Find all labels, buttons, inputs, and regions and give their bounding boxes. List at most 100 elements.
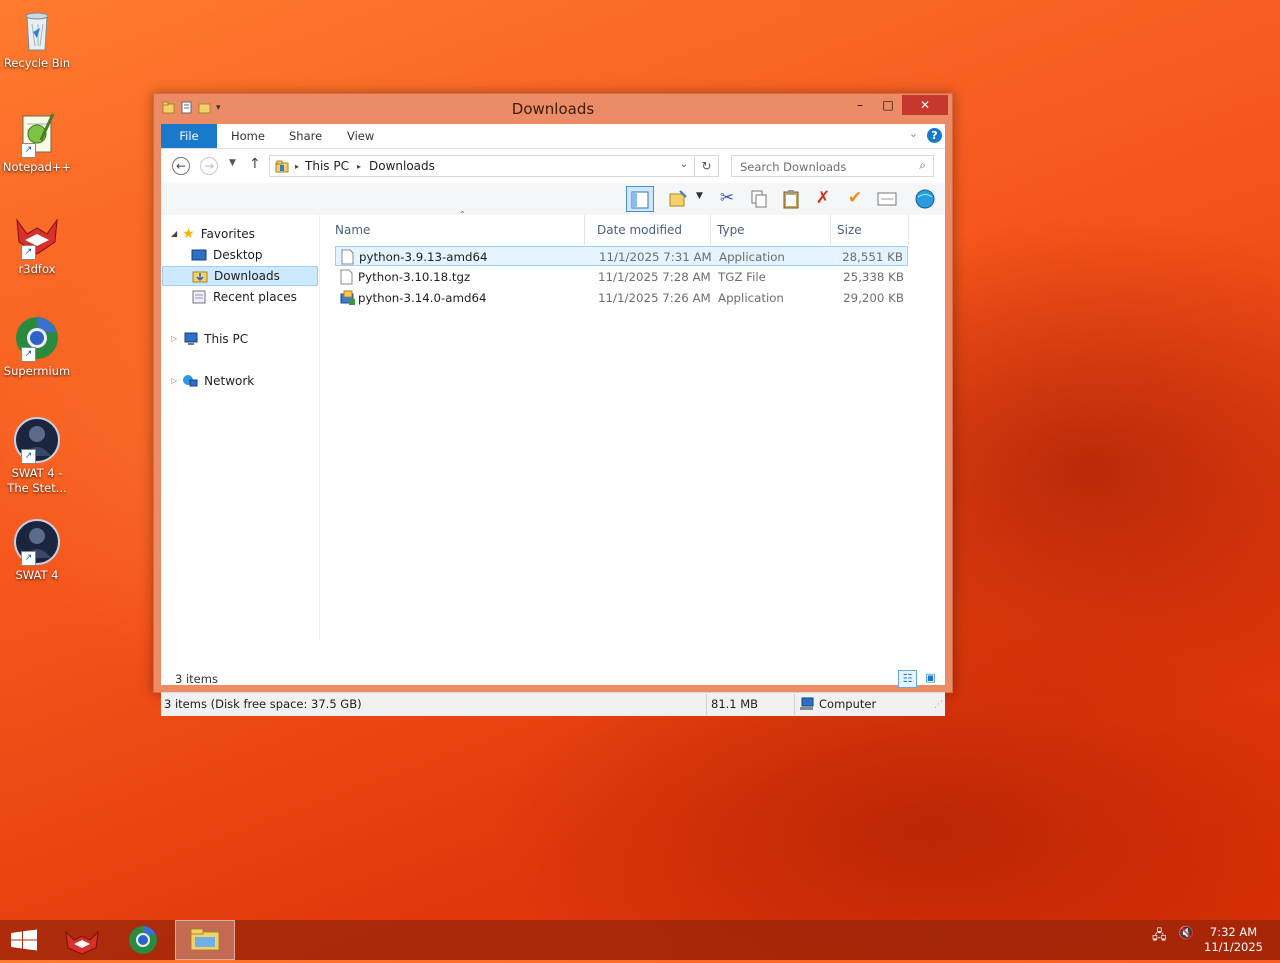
close-button[interactable]: ✕: [902, 95, 948, 115]
nav-item-network[interactable]: ▷ Network: [171, 371, 254, 391]
folder-options-button[interactable]: [664, 186, 692, 212]
nav-label: Recent places: [213, 290, 297, 304]
delete-x-icon: ✗: [815, 188, 831, 208]
file-type: Application: [719, 250, 785, 264]
properties-dialog-icon: [877, 192, 897, 206]
table-row[interactable]: Python-3.10.18.tgz 11/1/2025 7:28 AM TGZ…: [335, 267, 908, 287]
clock-date: 11/1/2025: [1204, 940, 1263, 954]
tab-view[interactable]: View: [347, 124, 374, 148]
nav-item-this-pc[interactable]: ▷ This PC: [171, 329, 248, 349]
maximize-button[interactable]: □: [874, 95, 902, 115]
table-row[interactable]: python-3.9.13-amd64 11/1/2025 7:31 AM Ap…: [335, 246, 908, 266]
desktop-icon-label: The Stet...: [7, 481, 67, 495]
expand-ribbon-chevron-icon[interactable]: ⌄: [909, 127, 918, 140]
ribbon-tabs: File Home Share View ⌄ ?: [161, 124, 945, 149]
preview-pane-icon: [631, 191, 649, 209]
help-button[interactable]: ?: [927, 128, 942, 143]
minimize-button[interactable]: –: [846, 95, 874, 115]
column-header-date-modified[interactable]: Date modified: [591, 215, 711, 245]
notepad-plus-plus-icon: ↗: [13, 110, 61, 158]
taskbar-file-explorer[interactable]: [175, 920, 235, 960]
speaker-muted-icon[interactable]: 🔇: [1178, 926, 1194, 941]
back-button[interactable]: ←: [172, 157, 190, 175]
swat4-icon: ↗: [13, 518, 61, 566]
nav-item-favorites[interactable]: ◢ ★ Favorites: [171, 224, 255, 244]
collapsed-chevron-icon: ▷: [171, 376, 178, 385]
paste-button[interactable]: [777, 186, 805, 212]
desktop-icon-recycle-bin[interactable]: Recycle Bin: [2, 6, 72, 71]
desktop-icon-label: Supermium: [3, 364, 71, 378]
back-arrow-icon: ←: [175, 159, 187, 173]
forward-button[interactable]: →: [200, 157, 218, 175]
search-icon[interactable]: ⌕: [919, 158, 926, 173]
file-name: python-3.9.13-amd64: [359, 250, 488, 264]
search-input[interactable]: [738, 157, 912, 177]
column-header-size[interactable]: Size: [831, 215, 909, 245]
taskbar-supermium[interactable]: [113, 920, 173, 960]
copy-button[interactable]: [745, 186, 773, 212]
breadcrumb-this-pc[interactable]: This PC: [305, 159, 349, 173]
details-view-button[interactable]: ☷: [898, 670, 917, 688]
tab-home[interactable]: Home: [231, 124, 265, 148]
file-type: Application: [718, 291, 784, 305]
table-row[interactable]: python-3.14.0-amd64 11/1/2025 7:26 AM Ap…: [335, 288, 908, 308]
status-size: 81.1 MB: [711, 697, 759, 711]
title-bar[interactable]: ▾ Downloads – □ ✕: [154, 94, 952, 124]
up-arrow-icon[interactable]: ↑: [249, 156, 261, 172]
search-box: ⌕: [731, 155, 934, 177]
desktop-icon-label: r3dfox: [18, 262, 56, 276]
file-name: python-3.14.0-amd64: [358, 291, 487, 305]
tab-file[interactable]: File: [161, 124, 217, 148]
internet-options-button[interactable]: [911, 186, 939, 212]
refresh-button[interactable]: ↻: [694, 155, 719, 177]
recent-locations-chevron-icon[interactable]: ▼: [229, 158, 236, 168]
large-icons-view-button[interactable]: ▣: [921, 670, 940, 688]
preview-pane-button[interactable]: [626, 186, 654, 212]
desktop-icon-label: SWAT 4 -: [11, 466, 63, 480]
desktop-icon-label: Notepad++: [2, 160, 72, 174]
breadcrumb-downloads[interactable]: Downloads: [369, 159, 435, 173]
status-divider: [794, 694, 795, 715]
desktop-icon-notepad-plus-plus[interactable]: ↗ Notepad++: [2, 110, 72, 175]
tgz-file-icon: [340, 269, 353, 285]
taskbar-clock[interactable]: 7:32 AM 11/1/2025: [1204, 925, 1263, 955]
rename-button[interactable]: ✔: [841, 186, 869, 212]
status-location: Computer: [819, 697, 877, 711]
delete-button[interactable]: ✗: [809, 186, 837, 212]
column-header-type[interactable]: Type: [711, 215, 831, 245]
properties-button[interactable]: [873, 186, 901, 212]
desktop-icon-r3dfox[interactable]: ↗ r3dfox: [2, 212, 72, 277]
checkmark-icon: ✔: [847, 188, 863, 208]
nav-item-recent-places[interactable]: Recent places: [191, 287, 297, 307]
file-size: 28,551 KB: [842, 250, 903, 264]
breadcrumb-separator-icon: ▸: [356, 161, 361, 171]
desktop-icon-swat4-stetchkov[interactable]: ↗ SWAT 4 - The Stet...: [2, 416, 72, 496]
network-icon: [183, 375, 198, 387]
file-size: 29,200 KB: [843, 291, 904, 305]
item-count: 3 items: [175, 672, 218, 686]
globe-icon: [915, 189, 935, 209]
desktop-icon-supermium[interactable]: ↗ Supermium: [2, 314, 72, 379]
desktop-icon-swat4[interactable]: ↗ SWAT 4: [2, 518, 72, 583]
tab-share[interactable]: Share: [289, 124, 322, 148]
desktop-icon: [191, 249, 207, 261]
nav-label: Network: [204, 374, 255, 388]
cut-button[interactable]: ✂: [713, 186, 741, 212]
address-bar[interactable]: ▸ This PC ▸ Downloads ⌄: [269, 155, 719, 177]
dropdown-chevron-icon[interactable]: ▼: [696, 191, 703, 201]
resize-grip-icon[interactable]: ⋰: [934, 694, 943, 716]
address-history-chevron-icon[interactable]: ⌄: [680, 159, 688, 170]
start-button[interactable]: [0, 920, 48, 960]
nav-item-downloads[interactable]: Downloads: [162, 266, 318, 286]
taskbar-r3dfox[interactable]: [52, 920, 112, 960]
nav-item-desktop[interactable]: Desktop: [191, 245, 263, 265]
column-header-name[interactable]: Name: [329, 215, 585, 245]
scissors-icon: ✂: [719, 188, 735, 208]
command-toolbar: ▼ ✂ ✗ ✔: [161, 183, 945, 215]
network-tray-icon[interactable]: 🖧: [1152, 926, 1167, 948]
nav-label: Desktop: [213, 248, 263, 262]
file-date: 11/1/2025 7:28 AM: [598, 270, 711, 284]
forward-arrow-icon: →: [203, 159, 215, 173]
r3dfox-icon: ↗: [13, 212, 61, 260]
folder-icon: [275, 160, 289, 173]
